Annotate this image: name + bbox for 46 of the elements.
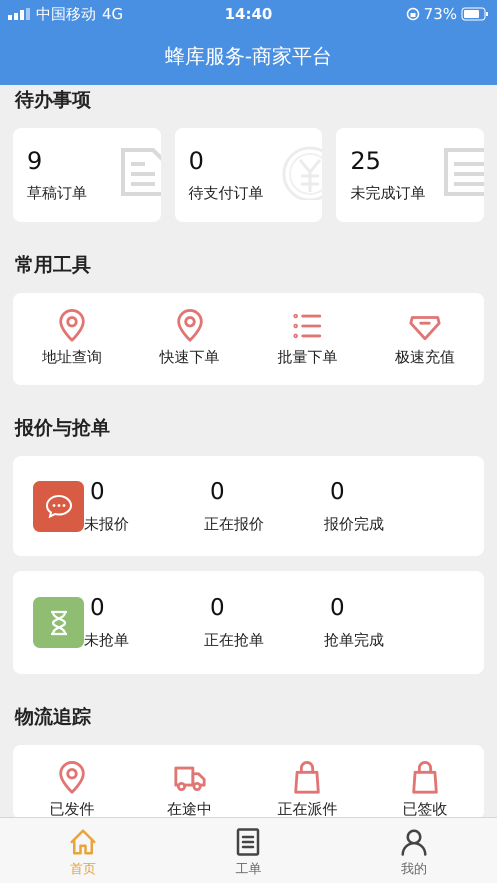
section-title: 常用工具	[15, 253, 91, 278]
shortcut-label[interactable]: 正在派件	[277, 800, 338, 817]
shortcut-label[interactable]: 快速下单	[160, 348, 220, 367]
stat-label[interactable]: 抢单完成	[324, 631, 384, 650]
order-label: 待支付订单	[188, 184, 264, 203]
stat-label[interactable]: 报价完成	[324, 514, 384, 534]
order-label: 草稿订单	[27, 184, 87, 203]
signal-icon	[8, 8, 30, 20]
shortcut-label[interactable]: 地址查询	[42, 348, 102, 367]
battery-icon	[461, 7, 489, 21]
person-icon	[399, 827, 430, 857]
order-count: 9	[27, 148, 42, 174]
order-card[interactable]: 25 未完成订单	[336, 128, 484, 222]
section-title: 待办事项	[15, 88, 91, 113]
network-type: 4G	[102, 5, 124, 23]
stat-label[interactable]: 未抢单	[84, 631, 129, 650]
shortcut-label[interactable]: 已发件	[49, 800, 94, 817]
stat-count: 0	[89, 478, 105, 504]
order-count: 0	[188, 148, 204, 174]
page-title: 蜂库服务-商家平台	[164, 43, 332, 70]
clock: 14:40	[224, 5, 272, 23]
stat-count: 0	[329, 478, 345, 504]
rotation-lock-icon	[406, 7, 420, 21]
stat-count: 0	[329, 595, 345, 621]
stat-label[interactable]: 未报价	[84, 514, 129, 534]
stat-label[interactable]: 正在报价	[204, 514, 264, 534]
stat-count: 0	[209, 478, 225, 504]
shortcut-label[interactable]: 批量下单	[277, 348, 338, 367]
tab[interactable]: 工单	[166, 818, 332, 883]
chat-icon	[44, 494, 72, 518]
stat-count: 0	[89, 595, 105, 621]
stat-count: 0	[209, 595, 225, 621]
section-title: 物流追踪	[15, 705, 91, 730]
order-label: 未完成订单	[350, 184, 426, 203]
order-card[interactable]: 0 待支付订单	[174, 128, 322, 222]
shortcut-label[interactable]: 在途中	[167, 800, 212, 817]
order-card[interactable]: 9 草稿订单	[13, 128, 161, 222]
shortcut-label[interactable]: 已签收	[402, 800, 448, 817]
order-count: 25	[350, 148, 381, 174]
home-icon	[68, 827, 98, 857]
tab[interactable]: 我的	[331, 818, 497, 883]
battery-percent: 73%	[424, 5, 457, 23]
shortcut-label[interactable]: 极速充值	[395, 348, 456, 367]
section-title: 报价与抢单	[15, 416, 110, 441]
carrier: 中国移动	[36, 4, 96, 24]
stat-label[interactable]: 正在抢单	[204, 631, 264, 650]
